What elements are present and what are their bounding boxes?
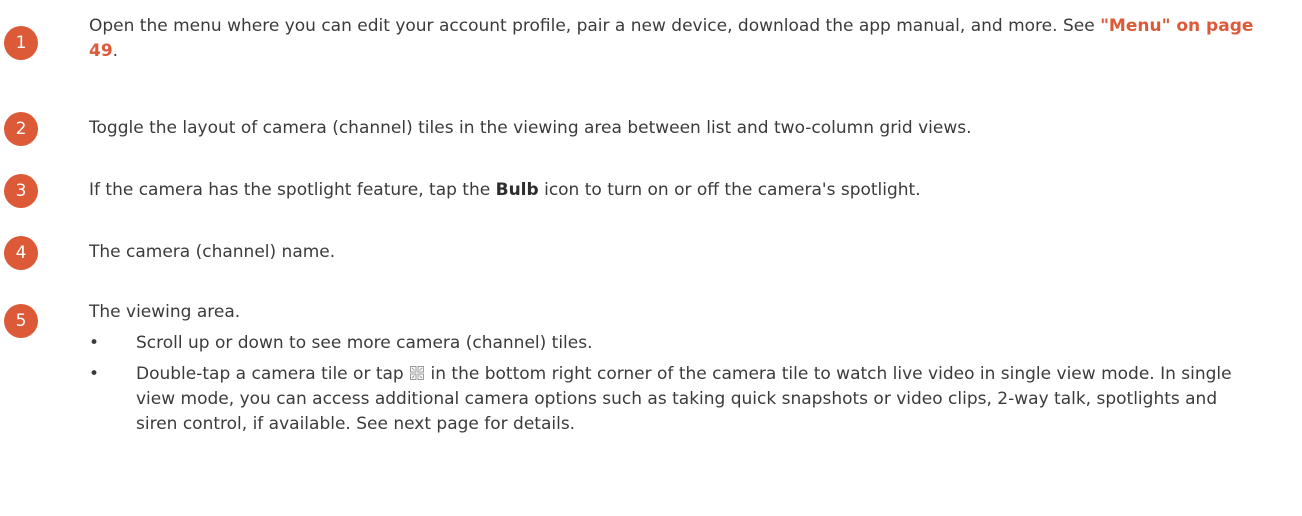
bullet-text-2-before: Double-tap a camera tile or tap [136,364,410,384]
bullet-dot: • [89,364,100,384]
bulb-label: Bulb [495,180,539,200]
step-text-1-before: Open the menu where you can edit your ac… [89,16,1101,36]
step-badge-3: 3 [4,174,38,208]
step-text-5: The viewing area. • Scroll up or down to… [89,300,1262,437]
step-badge-2: 2 [4,112,38,146]
expand-tile-icon [410,366,425,380]
step-badge-5: 5 [4,304,38,338]
step-text-3-before: If the camera has the spotlight feature,… [89,180,496,200]
bullet-item-1: • Scroll up or down to see more camera (… [89,331,1262,356]
step-badge-1: 1 [4,26,38,60]
step-text-4: The camera (channel) name. [89,242,336,262]
viewing-area-label: The viewing area. [89,302,241,322]
step-text-3: If the camera has the spotlight feature,… [89,178,1262,203]
step-badge-4: 4 [4,236,38,270]
viewing-area-bullets: • Scroll up or down to see more camera (… [89,331,1262,437]
step-text-3-after: icon to turn on or off the camera's spot… [538,180,921,200]
step-text-1-after: . [112,41,119,61]
bullet-text-1: Scroll up or down to see more camera (ch… [136,333,593,353]
step-text-2: Toggle the layout of camera (channel) ti… [89,118,972,138]
step-text-1: Open the menu where you can edit your ac… [89,14,1262,64]
bullet-item-2: • Double-tap a camera tile or tap in the… [89,362,1262,437]
bullet-dot: • [89,333,100,353]
